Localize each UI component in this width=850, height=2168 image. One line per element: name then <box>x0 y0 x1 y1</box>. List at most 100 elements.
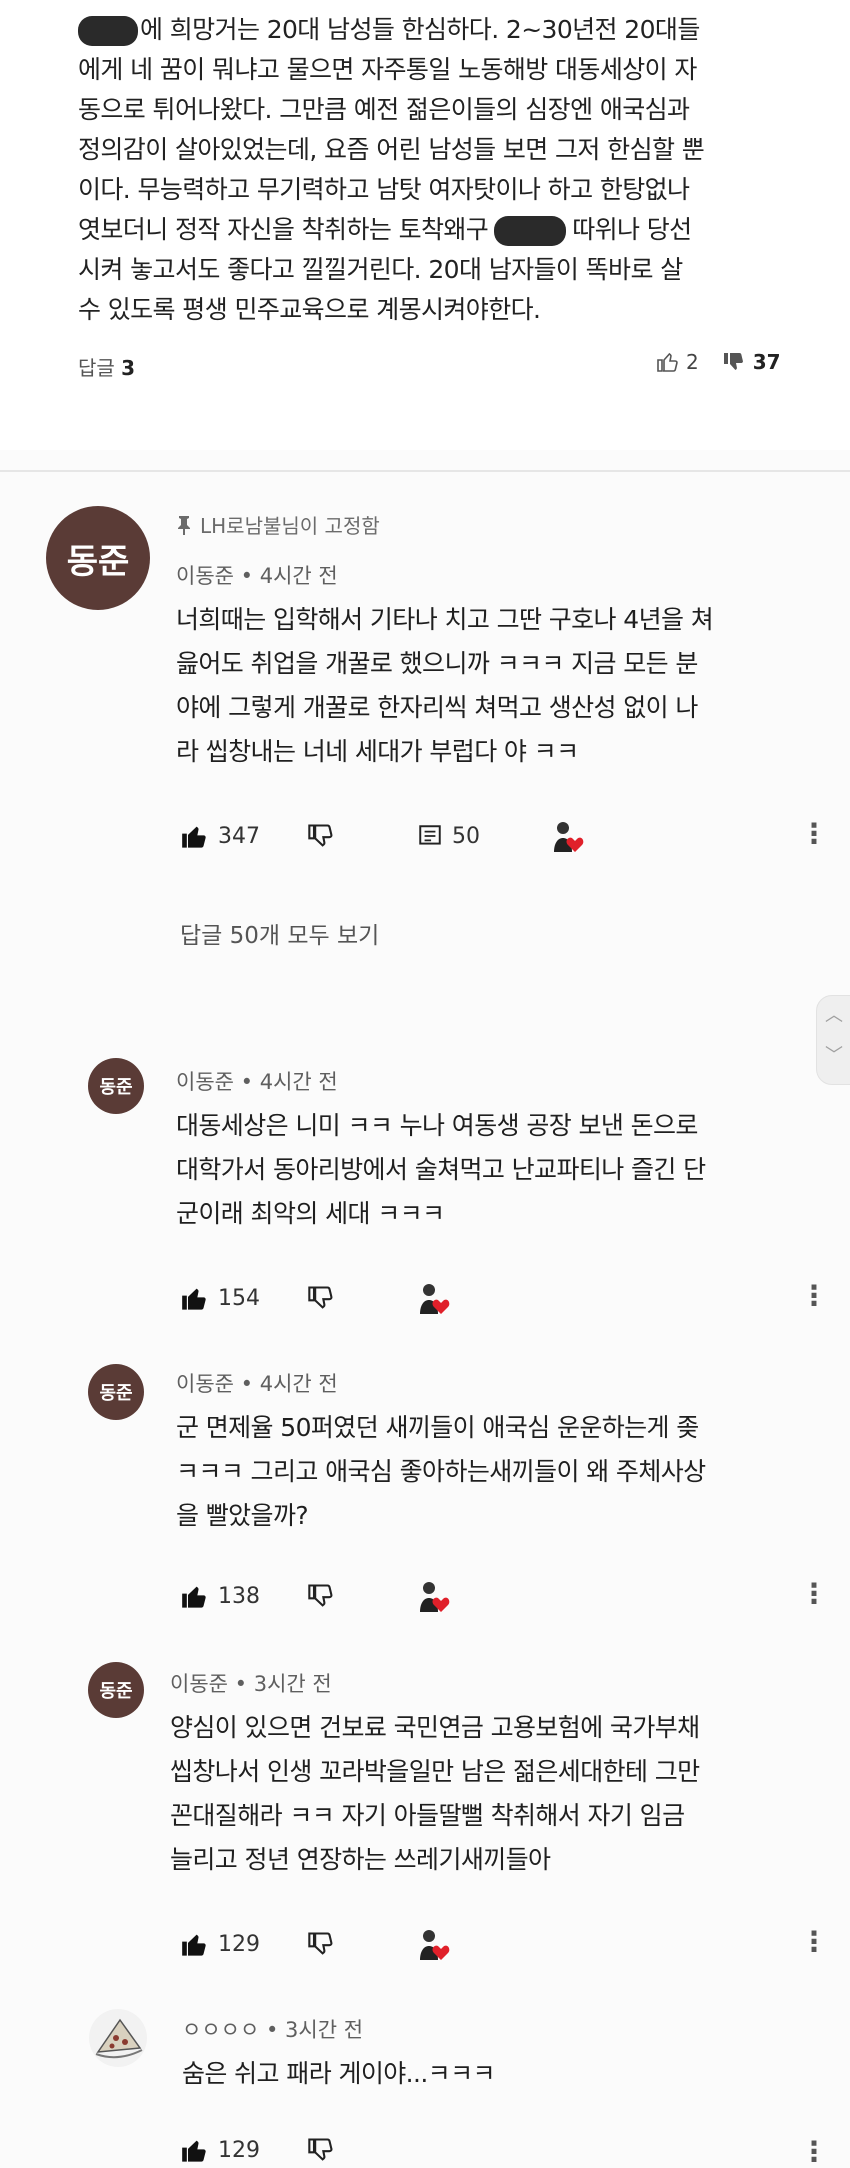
replies-count: 3 <box>121 356 136 380</box>
top-comment-text: 에 희망거는 20대 남성들 한심하다. 2~30년전 20대들 에게 네 꿈이… <box>78 10 818 330</box>
comment-line: 대학가서 동아리방에서 술쳐먹고 난교파티나 즐긴 단 <box>176 1155 706 1184</box>
chevron-up-icon: ︿ <box>825 1005 843 1026</box>
comment-time: 4시간 전 <box>259 564 338 588</box>
comment-body: 군 면제율 50퍼였던 새끼들이 애국심 운운하는게 좆 ㅋㅋㅋ 그리고 애국심… <box>176 1406 826 1538</box>
comment-time: 3시간 전 <box>285 2018 364 2042</box>
comment-time: 3시간 전 <box>253 1672 332 1696</box>
avatar[interactable]: 동준 <box>88 1662 144 1718</box>
thumbs-down-icon <box>306 1284 336 1312</box>
pin-icon <box>176 515 192 535</box>
author-name[interactable]: 이동준 <box>170 1672 228 1696</box>
thumbs-down-icon <box>306 1582 336 1610</box>
top-comment-line: 에 희망거는 20대 남성들 한심하다. 2~30년전 20대들 <box>140 15 700 44</box>
comment-actions: 129 <box>180 2136 336 2164</box>
thumbs-down-icon <box>306 822 336 850</box>
top-dislike-count: 37 <box>752 350 781 374</box>
top-comment-replies-button[interactable]: 답글 3 <box>78 352 135 381</box>
comment-line: 숨은 쉬고 패라 게이야...ㅋㅋㅋ <box>182 2059 495 2088</box>
top-comment-line: 정의감이 살아있었는데, 요즘 어린 남성들 보면 그저 한심할 뿐 <box>78 135 705 164</box>
author-name[interactable]: 이동준 <box>176 564 234 588</box>
meta-separator: • <box>240 1372 254 1396</box>
pinned-by-text: LH로남불님이 고정함 <box>200 514 380 538</box>
view-replies-button[interactable]: 답글 50개 모두 보기 <box>180 916 379 950</box>
comment-body: 너희때는 입학해서 기타나 치고 그딴 구호나 4년을 쳐 읊어도 취업을 개꿀… <box>176 598 826 774</box>
comment-line: 군이래 최악의 세대 ㅋㅋㅋ <box>176 1199 445 1228</box>
meta-separator: • <box>240 564 254 588</box>
meta-separator: • <box>234 1672 248 1696</box>
section-divider <box>0 470 850 472</box>
top-comment-line: 엿보더니 정작 자신을 착취하는 토착왜구 <box>78 215 489 244</box>
comment-line: 늘리고 정년 연장하는 쓰레기새끼들아 <box>170 1845 551 1874</box>
scroll-handle[interactable]: ︿ ﹀ <box>816 995 850 1085</box>
top-comment-line: 동으로 튀어나왔다. 그만큼 예전 젊은이들의 심장엔 애국심과 <box>78 95 690 124</box>
avatar[interactable] <box>88 2008 148 2068</box>
comment-body: 숨은 쉬고 패라 게이야...ㅋㅋㅋ <box>182 2052 832 2096</box>
more-vertical-icon[interactable]: ⋮ <box>800 1580 828 1608</box>
comment-line: 읊어도 취업을 개꿀로 했으니까 ㅋㅋㅋ 지금 모든 분 <box>176 649 698 678</box>
like-button[interactable]: 129 <box>180 2136 260 2164</box>
thumbs-down-icon <box>721 350 747 374</box>
thumbs-up-icon <box>180 1284 210 1312</box>
meta-separator: • <box>265 2018 279 2042</box>
comment-body: 양심이 있으면 건보료 국민연금 고용보험에 국가부채 씹창나서 인생 꼬라박을… <box>170 1706 820 1882</box>
thumbs-up-icon <box>180 2136 210 2164</box>
comment-time: 4시간 전 <box>259 1372 338 1396</box>
comment-actions: 154 <box>180 1280 452 1316</box>
comment-line: 대동세상은 니미 ㅋㅋ 누나 여동생 공장 보낸 돈으로 <box>176 1111 698 1140</box>
thumbs-up-outline-icon <box>655 350 681 374</box>
top-dislike-button[interactable]: 37 <box>721 350 781 374</box>
thumbs-down-icon <box>306 1930 336 1958</box>
reply-count: 50 <box>452 823 480 849</box>
comment-line: 꼰대질해라 ㅋㅋ 자기 아들딸뻘 착취해서 자기 임금 <box>170 1801 685 1830</box>
like-button[interactable]: 129 <box>180 1930 260 1958</box>
creator-heart-icon <box>416 1578 452 1614</box>
like-count: 154 <box>218 1285 260 1311</box>
avatar[interactable]: 동준 <box>88 1058 144 1114</box>
pinned-label: LH로남불님이 고정함 <box>176 510 380 539</box>
thumbs-down-icon <box>306 2136 336 2164</box>
avatar[interactable]: 동준 <box>46 506 150 610</box>
dislike-button[interactable] <box>306 822 336 850</box>
dislike-button[interactable] <box>306 2136 336 2164</box>
comment-actions: 347 50 <box>180 818 586 854</box>
author-name[interactable]: 이동준 <box>176 1070 234 1094</box>
top-comment: 에 희망거는 20대 남성들 한심하다. 2~30년전 20대들 에게 네 꿈이… <box>0 0 850 450</box>
top-comment-line: 이다. 무능력하고 무기력하고 남탓 여자탓이나 하고 한탕없나 <box>78 175 690 204</box>
thumbs-up-icon <box>180 1930 210 1958</box>
top-like-count: 2 <box>686 350 699 374</box>
like-button[interactable]: 154 <box>180 1284 260 1312</box>
like-button[interactable]: 347 <box>180 822 260 850</box>
more-vertical-icon[interactable]: ⋮ <box>800 1282 828 1310</box>
creator-heart-icon <box>416 1280 452 1316</box>
author-name[interactable]: 이동준 <box>176 1372 234 1396</box>
top-like-button[interactable]: 2 <box>655 350 699 374</box>
comment-body: 대동세상은 니미 ㅋㅋ 누나 여동생 공장 보낸 돈으로 대학가서 동아리방에서… <box>176 1104 826 1236</box>
author-name[interactable]: ㅇㅇㅇㅇ <box>182 2018 259 2042</box>
like-button[interactable]: 138 <box>180 1582 260 1610</box>
comment-meta: 이동준 • 4시간 전 <box>176 560 338 590</box>
dislike-button[interactable] <box>306 1284 336 1312</box>
thumbs-up-icon <box>180 1582 210 1610</box>
comment-actions: 138 <box>180 1578 452 1614</box>
comment-line: 을 빨았을까? <box>176 1501 309 1530</box>
like-count: 347 <box>218 823 260 849</box>
top-comment-votes: 2 37 <box>655 350 781 374</box>
more-vertical-icon[interactable]: ⋮ <box>800 820 828 848</box>
comment-time: 4시간 전 <box>259 1070 338 1094</box>
comment-meta: 이동준 • 4시간 전 <box>176 1368 338 1398</box>
top-comment-line: 수 있도록 평생 민주교육으로 계몽시켜야한다. <box>78 295 541 324</box>
like-count: 129 <box>218 2137 260 2163</box>
comment-meta: ㅇㅇㅇㅇ • 3시간 전 <box>182 2014 363 2044</box>
avatar[interactable]: 동준 <box>88 1364 144 1420</box>
reply-icon <box>416 823 444 849</box>
chevron-down-icon: ﹀ <box>825 1045 843 1066</box>
top-comment-line: 따위나 당선 <box>572 215 692 244</box>
dislike-button[interactable] <box>306 1930 336 1958</box>
reply-button[interactable]: 50 <box>416 823 480 849</box>
more-vertical-icon[interactable]: ⋮ <box>800 2138 828 2166</box>
more-vertical-icon[interactable]: ⋮ <box>800 1928 828 1956</box>
comment-line: 군 면제율 50퍼였던 새끼들이 애국심 운운하는게 좆 <box>176 1413 699 1442</box>
comment-meta: 이동준 • 4시간 전 <box>176 1066 338 1096</box>
dislike-button[interactable] <box>306 1582 336 1610</box>
replies-label: 답글 <box>78 356 115 380</box>
